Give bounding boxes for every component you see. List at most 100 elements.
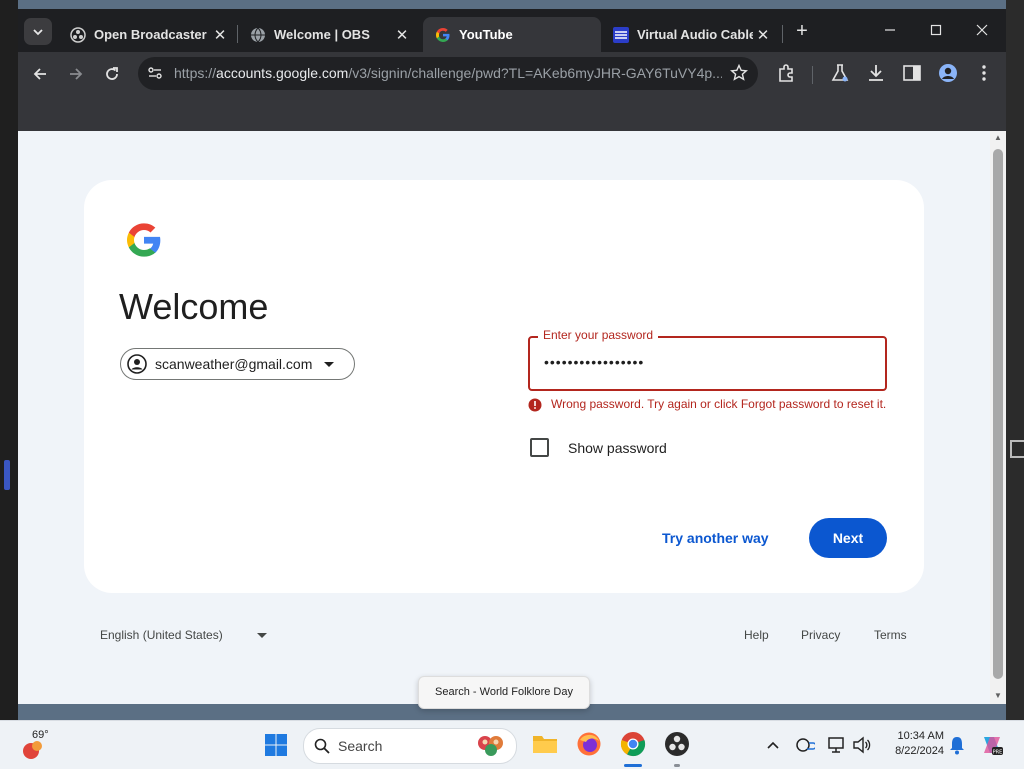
close-tab-icon[interactable]: ✕: [753, 26, 773, 44]
notification-bell-icon[interactable]: [948, 735, 966, 755]
show-password-checkbox[interactable]: [530, 438, 549, 457]
system-clock[interactable]: 10:34 AM 8/22/2024: [884, 729, 944, 759]
more-menu-icon[interactable]: [974, 63, 994, 83]
password-field[interactable]: Enter your password •••••••••••••••••: [528, 328, 887, 391]
reload-icon: [106, 67, 118, 80]
chevron-down-icon: [33, 28, 43, 35]
toolbar-divider: [812, 66, 813, 84]
tab-title: Open Broadcaster Sc: [94, 27, 210, 42]
search-placeholder: Search: [338, 738, 383, 754]
tab-virtual-audio-cable[interactable]: Virtual Audio Cable ✕: [601, 17, 779, 52]
obs-app-icon[interactable]: [664, 731, 690, 757]
background-window-accent: [4, 460, 10, 490]
password-error: Wrong password. Try again or click Forgo…: [528, 396, 888, 412]
terms-link[interactable]: Terms: [874, 628, 907, 642]
maximize-button[interactable]: [914, 17, 958, 47]
browser-toolbar: https://accounts.google.com/v3/signin/ch…: [18, 52, 1006, 96]
tab-welcome-obs[interactable]: Welcome | OBS ✕: [238, 17, 418, 52]
tab-open-broadcaster[interactable]: Open Broadcaster Sc ✕: [58, 17, 236, 52]
temperature: 69°: [32, 729, 49, 741]
extensions-puzzle-icon[interactable]: [776, 63, 796, 83]
search-icon: [314, 738, 330, 754]
tab-title: Virtual Audio Cable: [637, 27, 753, 42]
close-window-button[interactable]: [960, 17, 1004, 47]
maximize-icon: [930, 24, 942, 36]
reload-button[interactable]: [96, 58, 128, 90]
account-email: scanweather@gmail.com: [155, 356, 313, 372]
clock-date: 8/22/2024: [895, 745, 944, 757]
chrome-icon[interactable]: [620, 731, 646, 757]
bookmarks-bar-area: [18, 96, 1006, 131]
globe-icon: [251, 27, 265, 42]
dropdown-arrow-icon: [256, 632, 267, 638]
tab-title: Welcome | OBS: [274, 27, 370, 42]
taskbar-search-box[interactable]: Search: [303, 728, 517, 764]
new-tab-button[interactable]: +: [792, 21, 812, 41]
scroll-down-arrow-icon[interactable]: ▼: [993, 691, 1003, 701]
tab-divider: [782, 25, 783, 43]
profile-avatar-icon[interactable]: [938, 63, 958, 83]
password-input[interactable]: •••••••••••••••••: [544, 354, 644, 370]
tab-title: YouTube: [459, 27, 513, 42]
file-explorer-icon[interactable]: [532, 731, 558, 757]
desktop-right-edge: [1006, 0, 1024, 720]
tab-search-button[interactable]: [24, 18, 52, 45]
browser-window: Open Broadcaster Sc ✕ Welcome | OBS ✕ Yo…: [18, 9, 1006, 704]
labs-flask-icon[interactable]: [830, 63, 850, 83]
close-icon: [976, 24, 988, 36]
error-message: Wrong password. Try again or click Forgo…: [551, 397, 887, 411]
url-path: /v3/signin/challenge/pwd?TL=AKeb6myJHR-G…: [348, 65, 722, 81]
privacy-link[interactable]: Privacy: [801, 628, 840, 642]
background-window-icon: [1010, 440, 1024, 458]
close-tab-icon[interactable]: ✕: [392, 26, 412, 44]
show-hidden-icons-chevron-icon[interactable]: [766, 735, 780, 755]
error-icon: [528, 398, 542, 412]
try-another-way-button[interactable]: Try another way: [662, 530, 769, 546]
dropdown-arrow-icon: [324, 361, 335, 367]
clock-time: 10:34 AM: [897, 730, 944, 742]
scroll-up-arrow-icon[interactable]: ▲: [993, 133, 1003, 143]
address-bar[interactable]: https://accounts.google.com/v3/signin/ch…: [138, 57, 758, 90]
back-button[interactable]: [24, 58, 56, 90]
show-password-toggle[interactable]: Show password: [530, 438, 667, 457]
page-title: Welcome: [119, 286, 269, 327]
language-selector[interactable]: English (United States): [100, 628, 267, 642]
forward-button[interactable]: [60, 58, 92, 90]
taskbar: 69° Search 10:34 AM 8/22/2024 PRE: [0, 720, 1024, 769]
firefox-icon[interactable]: [576, 731, 602, 757]
desktop-left-edge: [0, 0, 18, 720]
copilot-icon[interactable]: PRE: [980, 733, 1004, 757]
account-chooser-chip[interactable]: scanweather@gmail.com: [120, 348, 355, 380]
active-app-indicator: [624, 764, 642, 767]
site-settings-icon[interactable]: [146, 64, 164, 82]
onedrive-sync-icon[interactable]: [795, 735, 815, 755]
next-button[interactable]: Next: [809, 518, 887, 558]
account-circle-icon: [127, 354, 147, 374]
page-content: Welcome scanweather@gmail.com Enter your…: [18, 131, 990, 704]
url-scheme: https://: [174, 65, 217, 81]
obs-icon: [70, 26, 86, 43]
back-arrow-icon: [33, 68, 46, 80]
minimize-button[interactable]: [868, 17, 912, 47]
windows-start-icon[interactable]: [264, 733, 288, 757]
language-label: English (United States): [100, 628, 223, 642]
page-scrollbar[interactable]: ▲ ▼: [990, 131, 1006, 704]
forward-arrow-icon: [70, 68, 83, 80]
search-tooltip: Search - World Folklore Day: [418, 676, 590, 709]
volume-speaker-icon[interactable]: [852, 735, 872, 755]
url-host: accounts.google.com: [216, 65, 349, 81]
vac-icon: [613, 26, 629, 43]
close-tab-icon[interactable]: ✕: [210, 26, 230, 44]
weather-widget[interactable]: 69°: [22, 729, 54, 763]
network-monitor-icon[interactable]: [827, 735, 847, 755]
scrollbar-thumb[interactable]: [993, 149, 1003, 679]
google-icon: [436, 27, 450, 42]
bookmark-star-icon[interactable]: [730, 64, 748, 82]
side-panel-icon[interactable]: [902, 63, 922, 83]
help-link[interactable]: Help: [744, 628, 769, 642]
url-text[interactable]: https://accounts.google.com/v3/signin/ch…: [174, 65, 722, 81]
google-logo-icon: [127, 223, 161, 257]
download-icon[interactable]: [866, 63, 886, 83]
tab-youtube[interactable]: YouTube: [423, 17, 601, 52]
search-highlight-doodle-icon: [478, 736, 503, 756]
